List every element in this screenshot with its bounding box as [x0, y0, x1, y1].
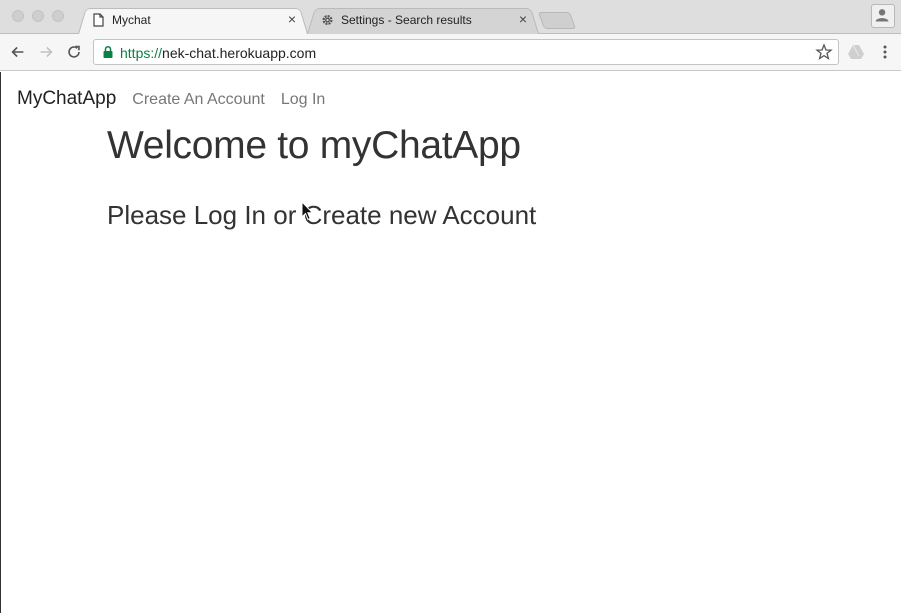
tab-close-icon[interactable]: ×	[519, 11, 527, 27]
drive-icon[interactable]	[847, 43, 865, 61]
arrow-left-icon	[11, 46, 24, 58]
new-tab-button[interactable]	[537, 12, 577, 29]
navbar-brand[interactable]: MyChatApp	[17, 88, 116, 110]
url-text[interactable]: https://nek-chat.herokuapp.com	[120, 45, 316, 61]
window-close-icon[interactable]	[12, 10, 24, 22]
tab-label: Mychat	[112, 13, 151, 27]
window-minimize-icon[interactable]	[32, 10, 44, 22]
more-vertical-icon[interactable]	[876, 43, 894, 61]
page-title: Welcome to myChatApp	[107, 124, 521, 167]
site-navbar: MyChatApp Create An Account Log In	[17, 88, 341, 110]
tab-mychat[interactable]: Mychat ×	[78, 6, 308, 34]
nav-link-create-account[interactable]: Create An Account	[132, 91, 265, 109]
gear-icon	[322, 14, 333, 26]
mouse-cursor-icon	[301, 201, 314, 221]
person-icon	[875, 9, 889, 22]
reload-icon	[68, 45, 80, 58]
tab-close-icon[interactable]: ×	[288, 11, 296, 27]
tab-settings[interactable]: Settings - Search results ×	[307, 6, 539, 34]
url-host: nek-chat.herokuapp.com	[162, 45, 317, 61]
star-icon[interactable]	[815, 43, 833, 61]
back-button[interactable]	[8, 42, 28, 62]
window-zoom-icon[interactable]	[52, 10, 64, 22]
web-page: MyChatApp Create An Account Log In Welco…	[0, 72, 901, 613]
tab-strip: Mychat × Settings - Search results ×	[0, 0, 901, 34]
forward-button[interactable]	[36, 42, 56, 62]
browser-toolbar: https://nek-chat.herokuapp.com	[0, 34, 901, 71]
lock-icon	[103, 45, 113, 58]
profile-button[interactable]	[871, 4, 895, 28]
nav-link-log-in[interactable]: Log In	[281, 91, 325, 109]
document-icon	[93, 13, 104, 27]
arrow-right-icon	[40, 46, 53, 58]
tab-label: Settings - Search results	[341, 13, 472, 27]
address-bar[interactable]: https://nek-chat.herokuapp.com	[93, 39, 839, 65]
url-scheme: https://	[120, 45, 163, 61]
reload-button[interactable]	[64, 42, 84, 62]
window-left-edge	[0, 72, 1, 613]
page-subtitle: Please Log In or Create new Account	[107, 200, 537, 230]
